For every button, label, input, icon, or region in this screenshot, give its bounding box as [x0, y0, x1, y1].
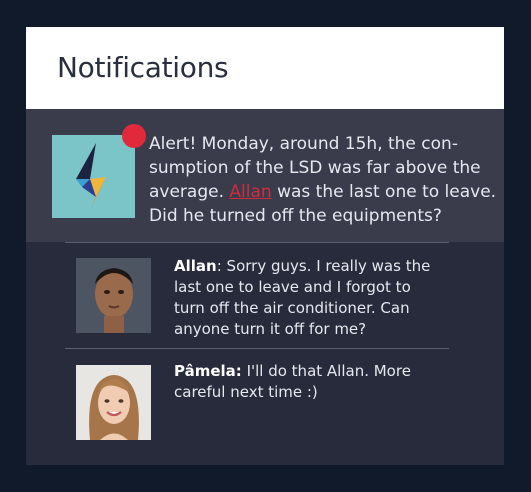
notifications-panel: Notifications Alert! Monday, around 15h,… — [26, 27, 504, 465]
user-link-allan[interactable]: Allan — [229, 182, 271, 202]
divider — [65, 348, 449, 349]
avatar — [76, 365, 151, 440]
alert-notification[interactable]: Alert! Monday, around 15h, the con-sumpt… — [26, 109, 504, 242]
page-title: Notifications — [57, 51, 229, 84]
comment-author[interactable]: Allan — [174, 257, 217, 275]
comment-allan: Allan: Sorry guys. I really was the last… — [174, 256, 436, 340]
comment-author[interactable]: Pâmela: — [174, 362, 242, 380]
alert-message: Alert! Monday, around 15h, the con-sumpt… — [149, 132, 509, 228]
comment-pamela: Pâmela: I'll do that Allan. More careful… — [174, 361, 436, 403]
divider — [65, 242, 449, 243]
unread-badge — [122, 124, 146, 148]
panel-header: Notifications — [26, 27, 504, 109]
avatar — [76, 258, 151, 333]
comment-separator: : — [216, 257, 222, 275]
lightning-bolt-icon — [52, 135, 135, 218]
